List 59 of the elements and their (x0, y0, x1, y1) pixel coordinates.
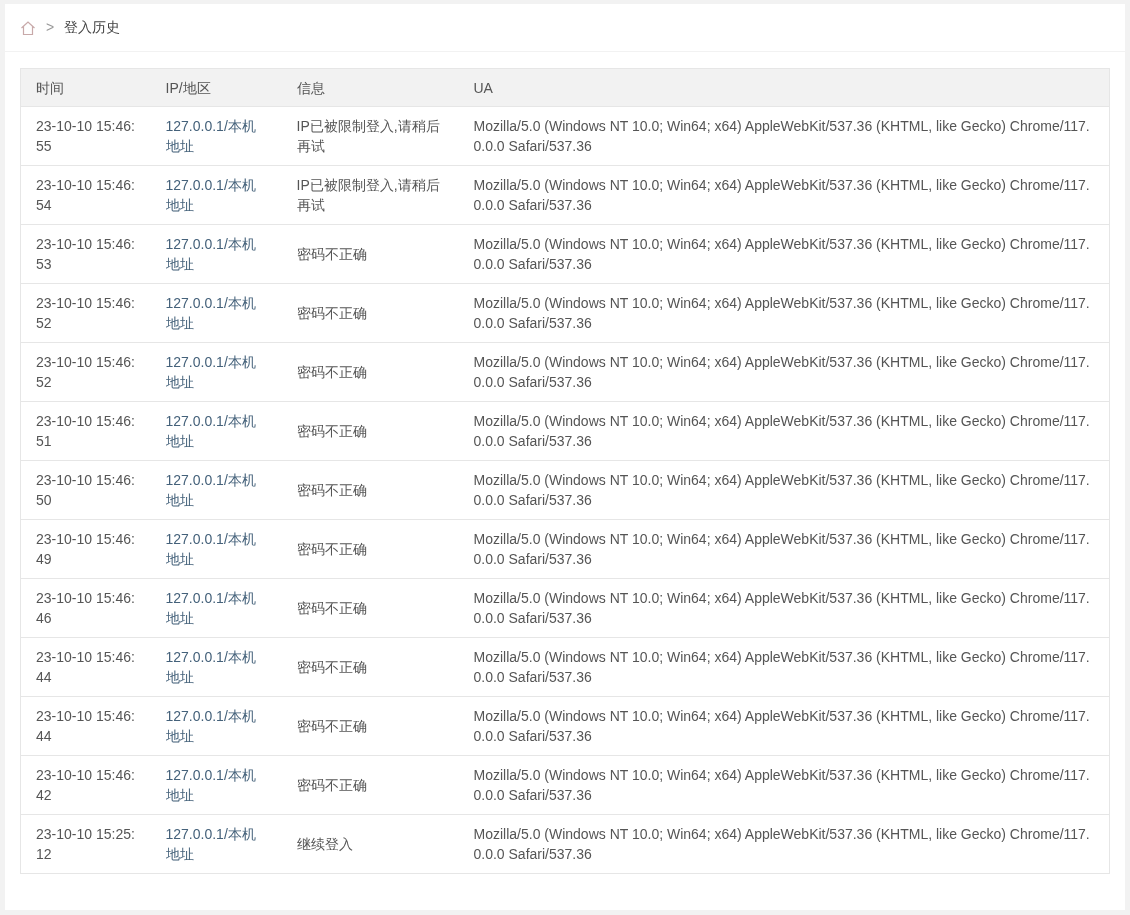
table-cell-text: 127.0.0.1/本机地址 (165, 589, 257, 628)
table-cell-text: 127.0.0.1/本机地址 (165, 176, 257, 215)
table-cell-text: 127.0.0.1/本机地址 (165, 117, 257, 156)
table-cell-text: 密码不正确 (296, 422, 368, 441)
table-cell-text: 密码不正确 (296, 658, 368, 677)
table-cell-text: Mozilla/5.0 (Windows NT 10.0; Win64; x64) AppleWebKit/537.36 (KHTML, like Gecko) Chrome/117.0.0.0 Safari/537.36 (473, 589, 1091, 628)
column-header: 时间 (36, 79, 64, 96)
table-cell-text: Mozilla/5.0 (Windows NT 10.0; Win64; x64) AppleWebKit/537.36 (KHTML, like Gecko) Chrome/117.0.0.0 Safari/537.36 (473, 235, 1091, 274)
table-cell-text: 继续登入 (296, 835, 354, 854)
table-cell-text: IP已被限制登入,请稍后再试 (296, 176, 441, 215)
table-cell-text: 密码不正确 (296, 599, 368, 618)
table-cell-text: Mozilla/5.0 (Windows NT 10.0; Win64; x64) AppleWebKit/537.36 (KHTML, like Gecko) Chrome/117.0.0.0 Safari/537.36 (473, 117, 1091, 156)
table-cell-text: 密码不正确 (296, 363, 368, 382)
table-cell-text: 密码不正确 (296, 776, 368, 795)
table-cell-text: 23-10-10 15:46:52 (36, 294, 136, 333)
table-cell-text: IP已被限制登入,请稍后再试 (296, 117, 441, 156)
table-cell-text: 23-10-10 15:46:54 (36, 176, 136, 215)
table-cell-text: 23-10-10 15:46:42 (36, 766, 136, 805)
table-cell-text: 23-10-10 15:46:49 (36, 530, 136, 569)
table-cell-text: 127.0.0.1/本机地址 (165, 530, 257, 569)
column-header: IP/地区 (165, 79, 211, 96)
home-icon[interactable] (20, 19, 36, 36)
table-cell-text: 密码不正确 (296, 245, 368, 264)
table-cell-text: 23-10-10 15:46:55 (36, 117, 136, 156)
table-cell-text: 23-10-10 15:46:44 (36, 648, 136, 687)
table-cell-text: 127.0.0.1/本机地址 (165, 471, 257, 510)
table-cell-text: 23-10-10 15:46:44 (36, 707, 136, 746)
table-cell-text: Mozilla/5.0 (Windows NT 10.0; Win64; x64) AppleWebKit/537.36 (KHTML, like Gecko) Chrome/117.0.0.0 Safari/537.36 (473, 471, 1091, 510)
table-cell-text: 23-10-10 15:46:50 (36, 471, 136, 510)
table-cell-text: 23-10-10 15:46:52 (36, 353, 136, 392)
table-cell-text: 127.0.0.1/本机地址 (165, 294, 257, 333)
table-cell-text: Mozilla/5.0 (Windows NT 10.0; Win64; x64) AppleWebKit/537.36 (KHTML, like Gecko) Chrome/117.0.0.0 Safari/537.36 (473, 766, 1091, 805)
table-cell-text: Mozilla/5.0 (Windows NT 10.0; Win64; x64) AppleWebKit/537.36 (KHTML, like Gecko) Chrome/117.0.0.0 Safari/537.36 (473, 294, 1091, 333)
table-cell-text: 127.0.0.1/本机地址 (165, 648, 257, 687)
table-cell-text: 23-10-10 15:25:12 (36, 825, 136, 864)
table-cell-text: Mozilla/5.0 (Windows NT 10.0; Win64; x64) AppleWebKit/537.36 (KHTML, like Gecko) Chrome/117.0.0.0 Safari/537.36 (473, 825, 1091, 864)
table-cell-text: 127.0.0.1/本机地址 (165, 412, 257, 451)
table-cell-text: Mozilla/5.0 (Windows NT 10.0; Win64; x64) AppleWebKit/537.36 (KHTML, like Gecko) Chrome/117.0.0.0 Safari/537.36 (473, 412, 1091, 451)
table-cell-text: 密码不正确 (296, 481, 368, 500)
table-cell-text: 密码不正确 (296, 540, 368, 559)
column-header: 信息 (296, 79, 325, 96)
breadcrumb-current: 登入历史 (64, 18, 121, 37)
table-cell-text: 127.0.0.1/本机地址 (165, 825, 257, 864)
table-cell-text: 23-10-10 15:46:46 (36, 589, 136, 628)
table-cell-text: Mozilla/5.0 (Windows NT 10.0; Win64; x64) AppleWebKit/537.36 (KHTML, like Gecko) Chrome/117.0.0.0 Safari/537.36 (473, 707, 1091, 746)
table-cell-text: 密码不正确 (296, 717, 368, 736)
column-header: UA (473, 79, 493, 96)
table-cell-text: 127.0.0.1/本机地址 (165, 353, 257, 392)
table-cell-text: Mozilla/5.0 (Windows NT 10.0; Win64; x64) AppleWebKit/537.36 (KHTML, like Gecko) Chrome/117.0.0.0 Safari/537.36 (473, 176, 1091, 215)
table-cell-text: 127.0.0.1/本机地址 (165, 235, 257, 274)
table-cell-text: 127.0.0.1/本机地址 (165, 707, 257, 746)
table-cell-text: 密码不正确 (296, 304, 368, 323)
table-cell-text: Mozilla/5.0 (Windows NT 10.0; Win64; x64) AppleWebKit/537.36 (KHTML, like Gecko) Chrome/117.0.0.0 Safari/537.36 (473, 353, 1091, 392)
table-cell-text: Mozilla/5.0 (Windows NT 10.0; Win64; x64) AppleWebKit/537.36 (KHTML, like Gecko) Chrome/117.0.0.0 Safari/537.36 (473, 648, 1091, 687)
breadcrumb-separator: > (46, 18, 55, 37)
table-cell-text: 23-10-10 15:46:51 (36, 412, 136, 451)
table-cell-text: Mozilla/5.0 (Windows NT 10.0; Win64; x64) AppleWebKit/537.36 (KHTML, like Gecko) Chrome/117.0.0.0 Safari/537.36 (473, 530, 1091, 569)
table-cell-text: 127.0.0.1/本机地址 (165, 766, 257, 805)
table-cell-text: 23-10-10 15:46:53 (36, 235, 136, 274)
